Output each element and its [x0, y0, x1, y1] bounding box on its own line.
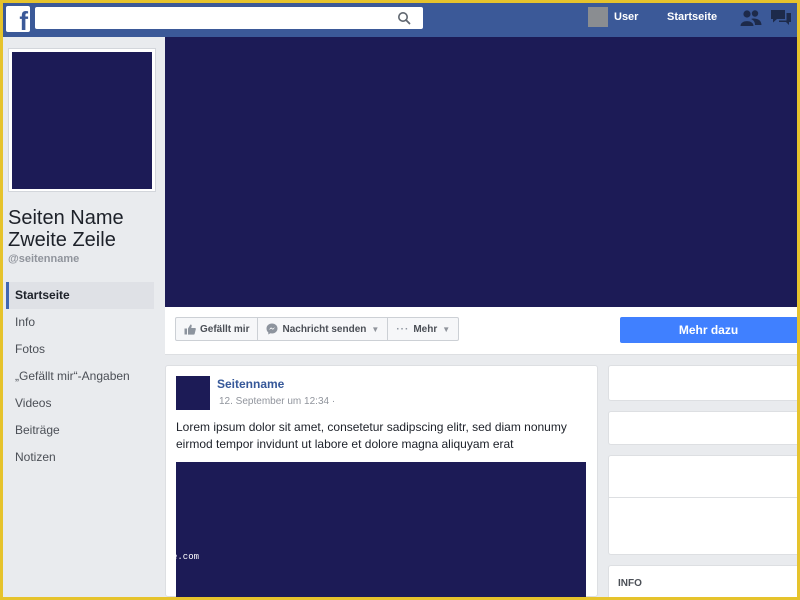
profile-picture[interactable] [12, 52, 152, 189]
user-avatar[interactable] [588, 7, 608, 27]
right-panel-2 [608, 411, 797, 445]
action-button-group: Gefällt mir Nachricht senden ▼ ··· Mehr … [175, 317, 460, 341]
post-card: Seitenname 12. September um 12:34 · Lore… [165, 365, 598, 597]
post-image[interactable]: e.com [172, 462, 586, 597]
sidebar-item-startseite[interactable]: Startseite [6, 282, 154, 309]
sidebar-item-notizen[interactable]: Notizen [6, 444, 154, 471]
cover-photo[interactable] [165, 37, 797, 307]
send-message-button[interactable]: Nachricht senden ▼ [258, 318, 389, 340]
more-dots-icon: ··· [396, 323, 410, 335]
post-image-caption: e.com [172, 552, 200, 562]
user-link[interactable]: User [614, 11, 638, 23]
sidebar-item-info[interactable]: Info [6, 309, 154, 336]
post-timestamp[interactable]: 12. September um 12:34 · [219, 396, 335, 407]
messenger-icon [266, 323, 278, 335]
learn-more-button[interactable]: Mehr dazu [620, 317, 797, 343]
more-button[interactable]: ··· Mehr ▼ [388, 318, 458, 340]
post-author-name[interactable]: Seitenname [217, 377, 284, 391]
panel-divider [609, 497, 797, 498]
right-panel-1 [608, 365, 797, 401]
sidebar-item-videos[interactable]: Videos [6, 390, 154, 417]
chevron-down-icon: ▼ [442, 324, 451, 334]
right-panel-3 [608, 455, 797, 555]
post-text: Lorem ipsum dolor sit amet, consetetur s… [176, 420, 567, 451]
sidebar-item-beitraege[interactable]: Beiträge [6, 417, 154, 444]
page-name-line1: Seiten Name [8, 207, 124, 229]
page-frame: f User Startseite Seiten Name Zweite Zei… [3, 3, 797, 597]
friend-requests-icon[interactable] [740, 9, 762, 27]
page-handle[interactable]: @seitenname [8, 253, 79, 265]
sidebar-item-fotos[interactable]: Fotos [6, 336, 154, 363]
more-button-label: Mehr [413, 323, 438, 335]
page-name-line2: Zweite Zeile [8, 229, 116, 251]
search-box[interactable] [35, 7, 423, 29]
like-button[interactable]: Gefällt mir [176, 318, 259, 340]
profile-picture-frame [8, 48, 156, 192]
thumbs-up-icon [184, 324, 196, 335]
info-panel: INFO [608, 565, 797, 597]
chevron-down-icon: ▼ [371, 324, 380, 334]
messages-icon[interactable] [770, 8, 792, 28]
like-button-label: Gefällt mir [200, 323, 250, 335]
info-panel-title: INFO [618, 578, 642, 589]
left-sidebar: Seiten Name Zweite Zeile @seitenname Sta… [3, 37, 161, 597]
sidebar-item-likes[interactable]: „Gefällt mir“-Angaben [6, 363, 154, 390]
page-title: Seiten Name Zweite Zeile [8, 207, 163, 251]
post-author-avatar[interactable] [176, 376, 210, 410]
send-message-label: Nachricht senden [282, 323, 367, 335]
facebook-logo-icon[interactable]: f [6, 6, 30, 32]
home-link[interactable]: Startseite [667, 11, 717, 23]
page-navigation: Startseite Info Fotos „Gefällt mir“-Anga… [6, 282, 154, 471]
search-icon[interactable] [397, 11, 411, 25]
search-input[interactable] [39, 7, 389, 29]
page-action-bar: Gefällt mir Nachricht senden ▼ ··· Mehr … [165, 307, 797, 355]
top-bar: f User Startseite [3, 3, 797, 37]
